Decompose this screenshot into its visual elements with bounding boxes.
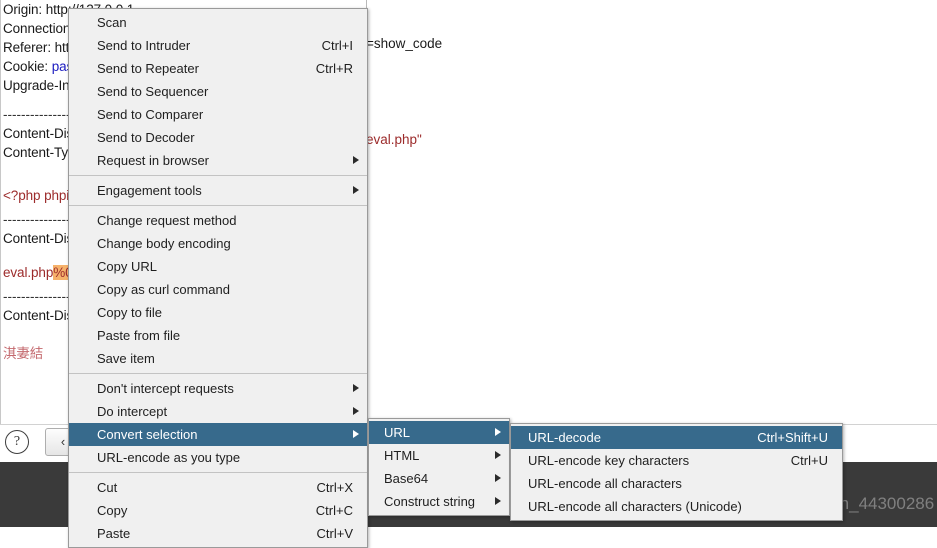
menu-item-label: URL-encode key characters bbox=[528, 453, 689, 468]
context-submenu-convert-selection[interactable]: URL HTML Base64 Construct string bbox=[368, 418, 510, 516]
menu-item-label: Cut bbox=[97, 480, 117, 495]
submenu-arrow-icon bbox=[495, 474, 501, 482]
editor-text-line: 淇妻結 bbox=[3, 342, 43, 362]
url-item-url-encode-all-characters[interactable]: URL-encode all characters bbox=[511, 472, 842, 495]
menu-item-label: Request in browser bbox=[97, 153, 209, 168]
editor-text-line: Content-Dis bbox=[3, 231, 73, 246]
submenu-arrow-icon bbox=[495, 428, 501, 436]
menu-item-label: Copy to file bbox=[97, 305, 162, 320]
menu-item-send-to-repeater[interactable]: Send to Repeater Ctrl+R bbox=[69, 57, 367, 80]
editor-text-line: Connection bbox=[3, 21, 70, 36]
convert-item-html[interactable]: HTML bbox=[369, 444, 509, 467]
menu-item-label: HTML bbox=[384, 448, 419, 463]
menu-item-label: Copy as curl command bbox=[97, 282, 230, 297]
menu-item-label: URL-decode bbox=[528, 430, 601, 445]
menu-item-send-to-decoder[interactable]: Send to Decoder bbox=[69, 126, 367, 149]
menu-item-paste-from-file[interactable]: Paste from file bbox=[69, 324, 367, 347]
menu-item-do-intercept[interactable]: Do intercept bbox=[69, 400, 367, 423]
editor-text-line: eval.php%0 bbox=[3, 265, 73, 280]
editor-left-border bbox=[0, 0, 1, 462]
menu-separator bbox=[69, 373, 367, 374]
convert-item-base64[interactable]: Base64 bbox=[369, 467, 509, 490]
menu-item-label: Paste bbox=[97, 526, 130, 541]
url-item-url-decode[interactable]: URL-decode Ctrl+Shift+U bbox=[511, 426, 842, 449]
editor-text-line: <?php phpi bbox=[3, 188, 69, 203]
editor-text-line: Referer: htt bbox=[3, 40, 69, 55]
editor-text-line: Upgrade-Ins bbox=[3, 78, 76, 93]
menu-item-label: Change request method bbox=[97, 213, 236, 228]
menu-item-send-to-comparer[interactable]: Send to Comparer bbox=[69, 103, 367, 126]
menu-item-engagement-tools[interactable]: Engagement tools bbox=[69, 179, 367, 202]
url-item-url-encode-all-characters-unicode[interactable]: URL-encode all characters (Unicode) bbox=[511, 495, 842, 518]
menu-item-don-t-intercept-requests[interactable]: Don't intercept requests bbox=[69, 377, 367, 400]
menu-item-label: Send to Repeater bbox=[97, 61, 199, 76]
menu-item-label: Do intercept bbox=[97, 404, 167, 419]
submenu-arrow-icon bbox=[495, 451, 501, 459]
url-item-url-encode-key-characters[interactable]: URL-encode key characters Ctrl+U bbox=[511, 449, 842, 472]
context-submenu-url[interactable]: URL-decodeCtrl+Shift+UURL-encode key cha… bbox=[510, 423, 843, 521]
menu-item-shortcut: Ctrl+U bbox=[791, 449, 828, 472]
menu-item-shortcut: Ctrl+I bbox=[322, 34, 353, 57]
menu-item-change-body-encoding[interactable]: Change body encoding bbox=[69, 232, 367, 255]
submenu-arrow-icon bbox=[353, 186, 359, 194]
menu-item-label: Base64 bbox=[384, 471, 428, 486]
menu-item-change-request-method[interactable]: Change request method bbox=[69, 209, 367, 232]
menu-item-shortcut: Ctrl+C bbox=[316, 499, 353, 522]
menu-item-cut[interactable]: Cut Ctrl+X bbox=[69, 476, 367, 499]
menu-item-label: Convert selection bbox=[97, 427, 197, 442]
menu-item-convert-selection[interactable]: Convert selection bbox=[69, 423, 367, 446]
menu-item-paste[interactable]: Paste Ctrl+V bbox=[69, 522, 367, 545]
menu-item-label: URL bbox=[384, 425, 410, 440]
menu-item-label: Paste from file bbox=[97, 328, 180, 343]
menu-item-label: Change body encoding bbox=[97, 236, 231, 251]
editor-text-line: Content-Dis bbox=[3, 126, 73, 141]
submenu-arrow-icon bbox=[353, 430, 359, 438]
menu-item-send-to-sequencer[interactable]: Send to Sequencer bbox=[69, 80, 367, 103]
menu-item-label: Engagement tools bbox=[97, 183, 202, 198]
editor-text-line: Content-Ty bbox=[3, 145, 68, 160]
submenu-arrow-icon bbox=[353, 384, 359, 392]
menu-item-label: Copy bbox=[97, 503, 127, 518]
menu-item-label: URL-encode all characters (Unicode) bbox=[528, 499, 742, 514]
menu-separator bbox=[69, 175, 367, 176]
menu-item-label: Send to Intruder bbox=[97, 38, 190, 53]
convert-item-url[interactable]: URL bbox=[369, 421, 509, 444]
menu-item-copy-url[interactable]: Copy URL bbox=[69, 255, 367, 278]
menu-item-label: Copy URL bbox=[97, 259, 157, 274]
context-menu-main[interactable]: ScanSend to IntruderCtrl+ISend to Repeat… bbox=[68, 8, 368, 548]
menu-item-shortcut: Ctrl+R bbox=[316, 57, 353, 80]
menu-item-request-in-browser[interactable]: Request in browser bbox=[69, 149, 367, 172]
menu-item-label: Scan bbox=[97, 15, 127, 30]
editor-text-line: Cookie: pas bbox=[3, 59, 73, 74]
menu-item-shortcut: Ctrl+Shift+U bbox=[757, 426, 828, 449]
menu-item-shortcut: Ctrl+X bbox=[317, 476, 353, 499]
help-icon[interactable]: ? bbox=[5, 430, 29, 454]
menu-item-label: Construct string bbox=[384, 494, 475, 509]
editor-text-line: Content-Dis bbox=[3, 308, 73, 323]
menu-item-label: Send to Comparer bbox=[97, 107, 203, 122]
menu-item-shortcut: Ctrl+V bbox=[317, 522, 353, 545]
editor-text-line: =show_code bbox=[366, 36, 442, 51]
submenu-arrow-icon bbox=[353, 156, 359, 164]
submenu-arrow-icon bbox=[495, 497, 501, 505]
menu-item-label: URL-encode all characters bbox=[528, 476, 682, 491]
menu-item-label: Don't intercept requests bbox=[97, 381, 234, 396]
menu-item-save-item[interactable]: Save item bbox=[69, 347, 367, 370]
menu-item-label: URL-encode as you type bbox=[97, 450, 240, 465]
menu-separator bbox=[69, 472, 367, 473]
menu-item-scan[interactable]: Scan bbox=[69, 11, 367, 34]
menu-item-copy[interactable]: Copy Ctrl+C bbox=[69, 499, 367, 522]
menu-item-label: Send to Decoder bbox=[97, 130, 195, 145]
editor-text-line: eval.php" bbox=[366, 132, 422, 147]
menu-item-copy-to-file[interactable]: Copy to file bbox=[69, 301, 367, 324]
submenu-arrow-icon bbox=[353, 407, 359, 415]
menu-item-send-to-intruder[interactable]: Send to Intruder Ctrl+I bbox=[69, 34, 367, 57]
menu-item-copy-as-curl-command[interactable]: Copy as curl command bbox=[69, 278, 367, 301]
menu-separator bbox=[69, 205, 367, 206]
convert-item-construct-string[interactable]: Construct string bbox=[369, 490, 509, 513]
menu-item-label: Send to Sequencer bbox=[97, 84, 208, 99]
menu-item-label: Save item bbox=[97, 351, 155, 366]
menu-item-url-encode-as-you-type[interactable]: URL-encode as you type bbox=[69, 446, 367, 469]
